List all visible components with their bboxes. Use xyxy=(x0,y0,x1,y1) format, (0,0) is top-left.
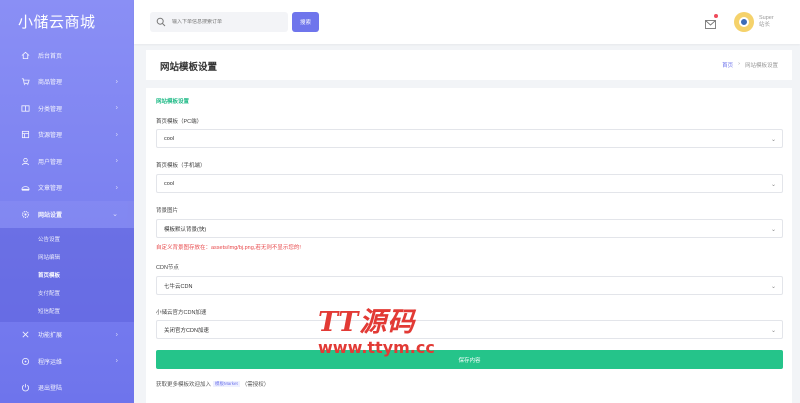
sidebar-item-categories[interactable]: 分类管理 › xyxy=(0,95,134,122)
chevron-down-icon: ⌄ xyxy=(770,227,776,233)
breadcrumb-home[interactable]: 首页 xyxy=(722,61,733,69)
background-select[interactable]: 模板默认背景(快) ⌄ xyxy=(156,219,783,238)
breadcrumb-separator: › xyxy=(738,61,740,67)
sidebar-item-label: 文章管理 xyxy=(38,186,63,193)
cdn-label: CDN节点 xyxy=(156,265,179,271)
notification-dot xyxy=(714,14,718,18)
sidebar-item-label: 网站设置 xyxy=(38,212,63,219)
search-box xyxy=(150,12,288,32)
chevron-down-icon: ⌄ xyxy=(770,284,776,290)
sidebar-submenu: 公告设置 网站编辑 首页模板 支付配置 短信配置 xyxy=(0,227,134,322)
footer-prefix: 获取更多模板欢迎加入 xyxy=(156,382,212,388)
cdn-value: 七牛云CDN xyxy=(164,283,193,290)
sidebar-subitem-announcement[interactable]: 公告设置 xyxy=(0,230,134,248)
sidebar-item-label: 功能扩展 xyxy=(38,333,63,340)
chevron-down-icon: ⌄ xyxy=(770,328,776,334)
avatar xyxy=(734,12,754,32)
sidebar-item-maintenance[interactable]: 程序运维 › xyxy=(0,348,134,375)
cart-icon xyxy=(20,77,30,87)
sidebar-subitem-sms[interactable]: 短信配置 xyxy=(0,302,134,320)
page-title: 网站模板设置 xyxy=(160,62,218,73)
pc-template-select[interactable]: cool ⌄ xyxy=(156,129,783,148)
market-link[interactable]: 模板Market xyxy=(213,381,240,387)
sidebar-item-extensions[interactable]: 功能扩展 › xyxy=(0,322,134,349)
user-menu[interactable]: Super 站长 xyxy=(734,6,800,38)
background-label: 背景图片 xyxy=(156,208,179,214)
mobile-template-value: cool xyxy=(164,180,175,187)
sidebar-item-products[interactable]: 商品管理 › xyxy=(0,69,134,96)
chevron-down-icon: ⌄ xyxy=(112,211,118,219)
chevron-right-icon: › xyxy=(115,184,118,192)
logout-icon xyxy=(20,383,30,393)
sidebar: 小储云商城 后台首页 商品管理 › 分类管理 › 货源管理 › 用户管理 › 文… xyxy=(0,0,134,403)
sidebar-item-logout[interactable]: 退出登陆 xyxy=(0,375,134,402)
official-cdn-value: 关闭官方CDN加速 xyxy=(164,327,209,334)
settings-icon xyxy=(20,209,30,219)
category-icon xyxy=(20,103,30,113)
sidebar-item-label: 程序运维 xyxy=(38,359,63,366)
chevron-right-icon: › xyxy=(115,331,118,339)
pc-template-label: 首页模板（PC端） xyxy=(156,119,203,125)
breadcrumb: 首页 › 网站模板设置 xyxy=(722,61,778,69)
sidebar-item-label: 分类管理 xyxy=(38,106,63,113)
mail-icon[interactable] xyxy=(705,14,718,29)
article-icon xyxy=(20,183,30,193)
mobile-template-label: 首页模板（手机端） xyxy=(156,163,206,169)
sidebar-item-label: 商品管理 xyxy=(38,80,63,87)
background-hint: 自定义背景图存放在：assets/img/bj.png,若无则不显示您的! xyxy=(156,245,301,251)
user-role: 站长 xyxy=(759,22,771,28)
sidebar-subitem-home-template[interactable]: 首页模板 xyxy=(0,266,134,284)
pc-template-value: cool xyxy=(164,135,175,142)
sidebar-subitem-site-edit[interactable]: 网站编辑 xyxy=(0,248,134,266)
footer-note: 获取更多模板欢迎加入 模板Market （需授权） xyxy=(156,380,269,388)
sidebar-item-label: 货源管理 xyxy=(38,133,63,140)
sidebar-item-home[interactable]: 后台首页 xyxy=(0,42,134,69)
cdn-select[interactable]: 七牛云CDN ⌄ xyxy=(156,276,783,295)
chevron-right-icon: › xyxy=(115,357,118,365)
sidebar-item-articles[interactable]: 文章管理 › xyxy=(0,175,134,202)
save-button[interactable]: 保存内容 xyxy=(156,350,783,369)
official-cdn-label: 小储云官方CDN加速 xyxy=(156,310,207,316)
brand-title: 小储云商城 xyxy=(18,13,96,31)
chevron-right-icon: › xyxy=(115,104,118,112)
sidebar-item-supply[interactable]: 货源管理 › xyxy=(0,122,134,149)
search-icon xyxy=(156,17,166,27)
search-button[interactable]: 搜索 xyxy=(292,12,319,32)
template-settings-form: 网站模板设置 首页模板（PC端） cool ⌄ 首页模板（手机端） cool ⌄… xyxy=(146,88,792,403)
extension-icon xyxy=(20,330,30,340)
user-icon xyxy=(20,156,30,166)
maintenance-icon xyxy=(20,356,30,366)
background-value: 模板默认背景(快) xyxy=(164,226,207,233)
chevron-down-icon: ⌄ xyxy=(770,182,776,188)
chevron-right-icon: › xyxy=(115,78,118,86)
mobile-template-select[interactable]: cool ⌄ xyxy=(156,174,783,193)
search-input[interactable] xyxy=(172,19,282,25)
chevron-down-icon: ⌄ xyxy=(770,137,776,143)
footer-suffix: （需授权） xyxy=(241,382,270,388)
supply-icon xyxy=(20,130,30,140)
chevron-right-icon: › xyxy=(115,131,118,139)
sidebar-item-users[interactable]: 用户管理 › xyxy=(0,148,134,175)
sidebar-subitem-payment[interactable]: 支付配置 xyxy=(0,284,134,302)
topbar: 搜索 Super 站长 xyxy=(134,0,800,44)
sidebar-item-site-settings[interactable]: 网站设置 ⌄ xyxy=(0,201,134,228)
home-icon xyxy=(20,50,30,60)
breadcrumb-current: 网站模板设置 xyxy=(744,63,778,69)
official-cdn-select[interactable]: 关闭官方CDN加速 ⌄ xyxy=(156,320,783,339)
sidebar-item-label: 退出登陆 xyxy=(38,386,63,393)
sidebar-item-label: 用户管理 xyxy=(38,159,63,166)
section-title: 网站模板设置 xyxy=(156,99,190,105)
page-header: 网站模板设置 首页 › 网站模板设置 xyxy=(146,50,792,80)
chevron-right-icon: › xyxy=(115,157,118,165)
sidebar-item-label: 后台首页 xyxy=(38,53,63,60)
user-name: Super xyxy=(759,15,774,21)
